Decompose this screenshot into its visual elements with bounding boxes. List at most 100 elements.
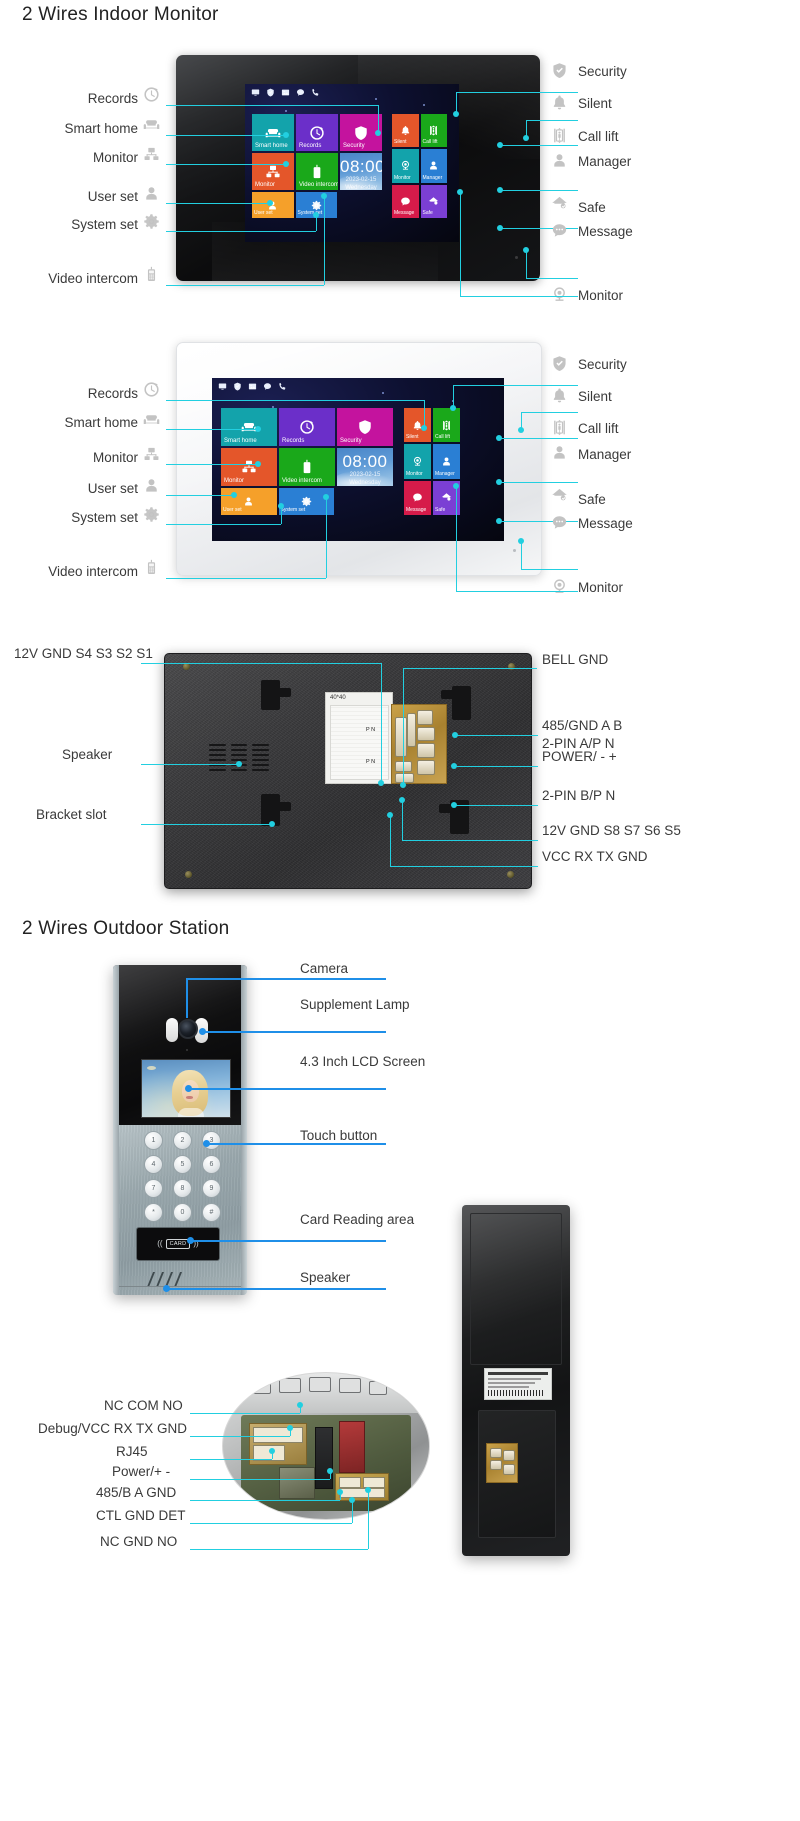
callout-label-video-intercom: Video intercom — [48, 564, 138, 579]
bell-icon — [400, 125, 411, 136]
clock-icon — [299, 419, 315, 435]
bell-icon — [551, 94, 568, 111]
person-icon — [143, 477, 160, 494]
card-reading-area[interactable]: (( CARD )) — [136, 1227, 220, 1261]
callout-label-message: Message — [578, 224, 633, 239]
lift-icon — [551, 127, 568, 144]
person-icon — [143, 477, 160, 494]
tile-smart-home[interactable]: Smart home — [221, 408, 277, 446]
tile-label: Safe — [435, 506, 446, 513]
tile-monitor[interactable]: Monitor — [252, 153, 294, 190]
lift-icon — [551, 419, 568, 436]
key-1[interactable]: 1 — [144, 1131, 163, 1150]
webcam-icon — [412, 456, 423, 467]
tile-user-set[interactable]: User set — [221, 488, 277, 515]
tile-silent[interactable]: Silent — [404, 408, 431, 443]
tile-monitor[interactable]: Monitor — [221, 448, 277, 486]
tile-manager[interactable]: Manager — [433, 444, 460, 479]
clock-tile[interactable]: 08:002023-02-15Wednesday — [340, 153, 382, 190]
tile-label: Monitor — [224, 478, 245, 484]
house-icon — [551, 487, 568, 504]
tile-label: Video intercom — [282, 478, 322, 484]
tile-message[interactable]: Message — [404, 480, 431, 515]
callout-label-security: Security — [578, 357, 627, 372]
tile-label: Call lift — [435, 434, 451, 441]
tile-records[interactable]: Records — [296, 114, 338, 151]
callout-label-records: Records — [87, 386, 138, 401]
microphone-hole — [186, 1049, 188, 1051]
camera-icon — [178, 1019, 198, 1039]
tile-label: Silent — [394, 139, 407, 146]
tile-video-intercom[interactable]: Video intercom — [279, 448, 335, 486]
callout-label-camera: Camera — [300, 961, 349, 976]
key-7[interactable]: 7 — [144, 1179, 163, 1198]
lift-icon — [428, 125, 439, 136]
home-screen-black: Smart home Records Security Monitor Video in… — [245, 84, 459, 242]
handset-icon — [299, 459, 315, 475]
callout-label-security: Security — [578, 64, 627, 79]
tile-message[interactable]: Message — [392, 184, 419, 218]
lift-icon — [551, 419, 568, 436]
status-bar — [251, 88, 320, 97]
clock-time: 08:00 — [342, 452, 388, 471]
key-5[interactable]: 5 — [173, 1155, 192, 1174]
tile-user-set[interactable]: User set — [252, 192, 294, 218]
person-icon — [551, 444, 568, 461]
sofa-icon — [143, 411, 160, 428]
tile-call-lift[interactable]: Call lift — [433, 408, 460, 443]
phone-icon — [278, 382, 287, 391]
callout-label-call-lift: Call lift — [578, 129, 619, 144]
back-connector-board — [486, 1443, 518, 1483]
tile-label: Security — [343, 143, 365, 149]
shield-check-icon — [551, 62, 568, 79]
message-icon — [263, 382, 272, 391]
callout-label-2pin-bpn: 2-PIN B/P N — [542, 788, 616, 803]
callout-label-12v-gnd-s4-s1: 12V GND S4 S3 S2 S1 — [14, 646, 153, 661]
key-star[interactable]: * — [144, 1203, 163, 1222]
tile-monitor[interactable]: Monitor — [392, 149, 419, 183]
sticker-mark: P N — [366, 759, 376, 765]
person-icon — [243, 496, 254, 507]
shield-check-icon — [353, 125, 369, 141]
sofa-icon — [143, 116, 160, 133]
tile-video-intercom[interactable]: Video intercom — [296, 153, 338, 190]
tile-security[interactable]: Security — [337, 408, 393, 446]
clock-icon — [143, 86, 160, 103]
key-hash[interactable]: # — [202, 1203, 221, 1222]
key-9[interactable]: 9 — [202, 1179, 221, 1198]
tile-label: Smart home — [224, 438, 257, 444]
callout-label-user-set: User set — [87, 481, 138, 496]
tile-monitor[interactable]: Monitor — [404, 444, 431, 479]
tile-label: Manager — [435, 470, 455, 477]
message-icon — [412, 492, 423, 503]
handset-icon — [143, 266, 160, 283]
key-8[interactable]: 8 — [173, 1179, 192, 1198]
tile-records[interactable]: Records — [279, 408, 335, 446]
tile-call-lift[interactable]: Call lift — [420, 114, 447, 148]
clock-tile[interactable]: 08:002023-02-15Wednesday — [337, 448, 393, 486]
webcam-icon — [551, 578, 568, 595]
key-6[interactable]: 6 — [202, 1155, 221, 1174]
bell-icon — [551, 387, 568, 404]
connector-power — [417, 743, 435, 758]
callout-label-pcb-0: NC COM NO — [104, 1398, 183, 1413]
gear-icon — [311, 200, 322, 211]
key-0[interactable]: 0 — [173, 1203, 192, 1222]
connector-bell-gnd — [407, 713, 416, 747]
callout-label-silent: Silent — [578, 96, 612, 111]
picture-icon — [281, 88, 290, 97]
tile-silent[interactable]: Silent — [392, 114, 419, 148]
indicator-led — [515, 256, 518, 259]
tile-safe[interactable]: Safe — [420, 184, 447, 218]
sofa-icon — [143, 116, 160, 133]
key-4[interactable]: 4 — [144, 1155, 163, 1174]
tile-manager[interactable]: Manager — [420, 149, 447, 183]
tile-label: User set — [223, 507, 242, 513]
connector-12v-s4-s1 — [395, 717, 407, 757]
clock-icon — [309, 125, 325, 141]
status-bar — [218, 382, 287, 391]
key-2[interactable]: 2 — [173, 1131, 192, 1150]
shield-check-icon — [357, 419, 373, 435]
message-icon — [551, 514, 568, 531]
callout-label-485-gnd-ab: 485/GND A B — [542, 718, 623, 733]
